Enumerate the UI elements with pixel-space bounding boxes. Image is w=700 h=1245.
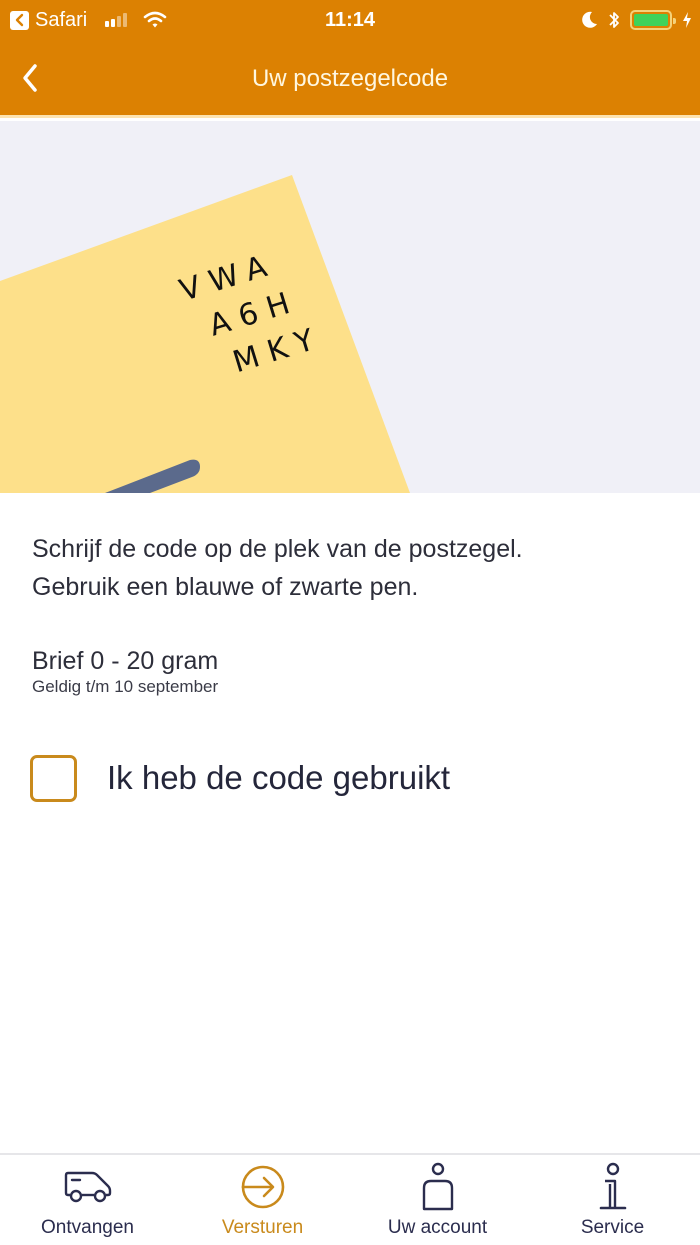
code-used-checkbox-row[interactable]: Ik heb de code gebruikt xyxy=(30,753,450,803)
navigation-bar: Uw postzegelcode xyxy=(0,40,700,118)
code-used-checkbox[interactable] xyxy=(30,754,77,802)
wifi-icon xyxy=(143,11,167,28)
status-bar-right xyxy=(582,0,692,40)
instruction-line-2: Gebruik een blauwe of zwarte pen. xyxy=(32,573,419,601)
stamp-code-illustration: VWA A6H MKY xyxy=(0,121,700,493)
content-section: Schrijf de code op de plek van de postze… xyxy=(32,530,672,698)
back-to-app-icon[interactable] xyxy=(10,10,29,30)
code-used-label[interactable]: Ik heb de code gebruikt xyxy=(107,759,450,797)
page-title: Uw postzegelcode xyxy=(251,65,449,92)
back-app-label[interactable]: Safari xyxy=(35,9,87,32)
bluetooth-icon xyxy=(609,12,619,28)
chevron-left-icon xyxy=(23,64,37,92)
product-name: Brief 0 - 20 gram xyxy=(32,647,219,675)
arrow-circle-icon xyxy=(235,1163,291,1211)
info-icon xyxy=(585,1162,641,1211)
tab-versturen[interactable]: Versturen xyxy=(175,1155,350,1245)
status-bar-left: Safari xyxy=(10,0,167,40)
back-button[interactable] xyxy=(10,58,50,98)
tab-label: Ontvangen xyxy=(41,1217,134,1238)
tab-ontvangen[interactable]: Ontvangen xyxy=(0,1155,175,1245)
moon-icon xyxy=(582,11,597,28)
tab-bar: Ontvangen Versturen Uw account Service xyxy=(0,1153,700,1245)
tab-service[interactable]: Service xyxy=(525,1155,700,1245)
signal-icon xyxy=(105,13,128,27)
envelope-shape xyxy=(0,175,410,493)
tab-label: Versturen xyxy=(221,1217,304,1238)
instruction-text: Schrijf de code op de plek van de postze… xyxy=(32,530,672,606)
tab-label: Uw account xyxy=(387,1217,488,1238)
person-icon xyxy=(410,1162,466,1211)
tab-label: Service xyxy=(580,1217,645,1238)
validity-date: Geldig t/m 10 september xyxy=(32,677,219,696)
van-icon xyxy=(60,1163,116,1211)
instruction-line-1: Schrijf de code op de plek van de postze… xyxy=(32,535,523,563)
status-bar: Safari 11:14 xyxy=(0,0,700,40)
battery-icon xyxy=(630,10,676,30)
battery-tip xyxy=(673,18,676,24)
tab-uw-account[interactable]: Uw account xyxy=(350,1155,525,1245)
battery-level xyxy=(634,14,668,26)
charging-icon xyxy=(683,12,691,28)
